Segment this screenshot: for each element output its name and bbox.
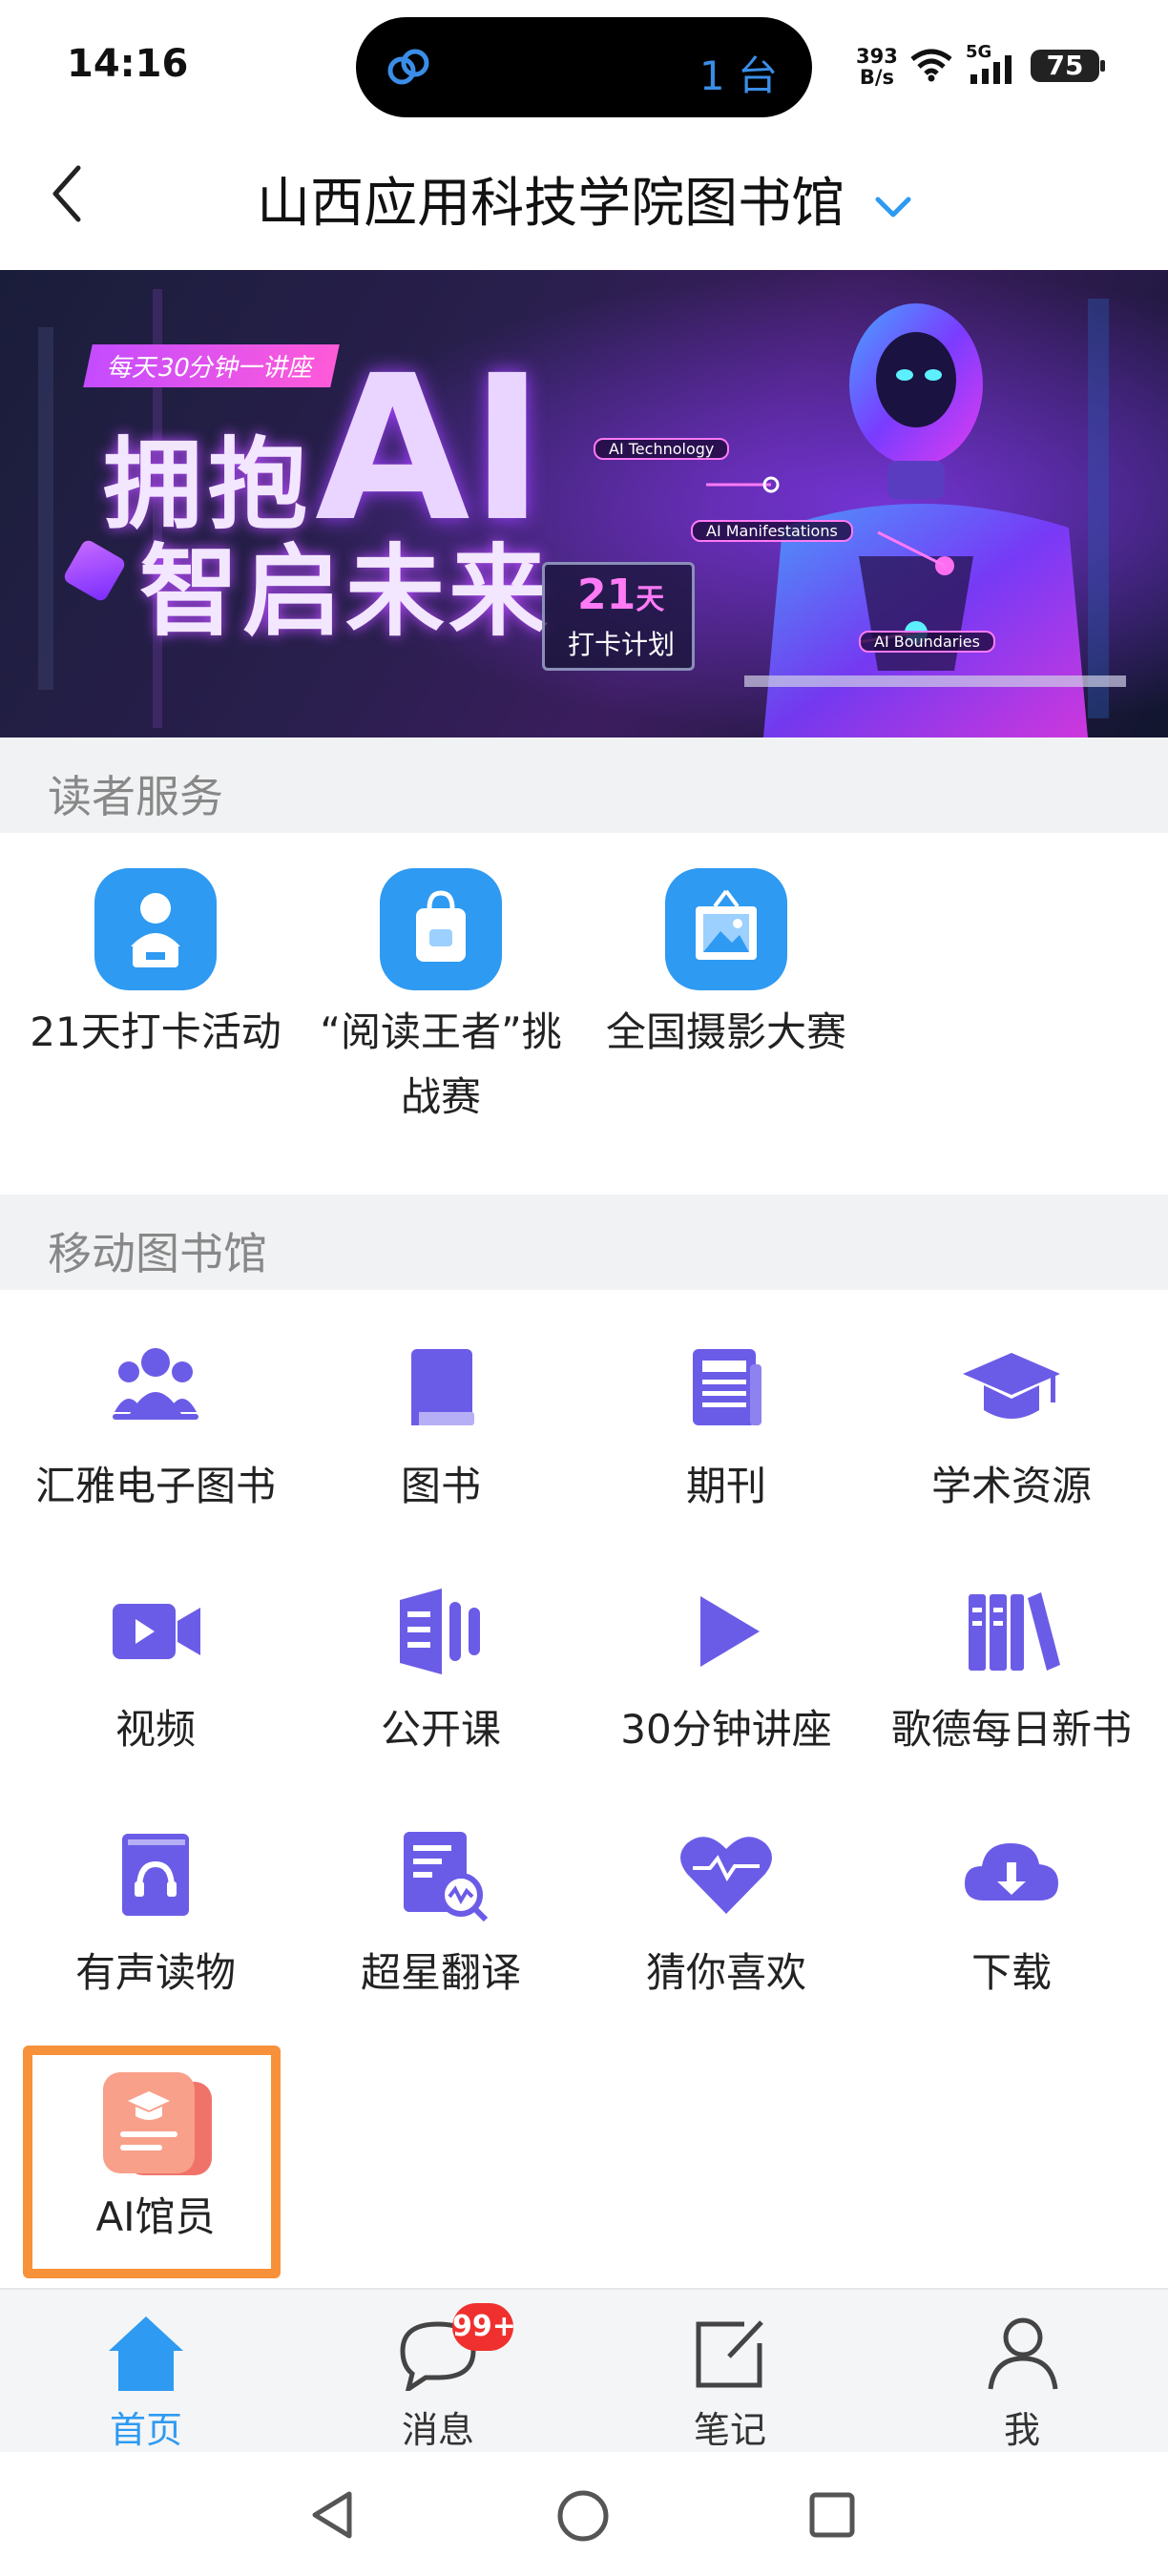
- audiobook-icon: [103, 1822, 208, 1927]
- lib-item-goethe-new-books[interactable]: 歌德每日新书: [868, 1579, 1155, 1762]
- cloud-download-icon: [959, 1822, 1064, 1927]
- presenter-icon: [94, 868, 217, 990]
- lib-label: AI馆员: [95, 2193, 216, 2240]
- checkin-badge: 21天 打卡计划: [542, 562, 695, 671]
- service-label: “阅读王者”挑 战赛: [298, 1000, 584, 1130]
- lib-item-translation[interactable]: 超星翻译: [298, 1822, 584, 2005]
- chevron-down-icon[interactable]: [875, 196, 911, 218]
- device-count: 1 台: [699, 52, 778, 99]
- lib-label: 视频: [115, 1706, 196, 1753]
- lib-label: 超星翻译: [360, 1949, 521, 1996]
- home-icon: [109, 2316, 183, 2391]
- lib-label: 学术资源: [930, 1463, 1092, 1509]
- lib-item-lectures[interactable]: 30分钟讲座: [583, 1579, 869, 1762]
- people-group-icon: [103, 1336, 208, 1441]
- lib-label: 歌德每日新书: [890, 1706, 1132, 1753]
- status-time: 14:16: [67, 42, 189, 86]
- banner-label-technology: AI Technology: [594, 438, 730, 460]
- lib-item-video[interactable]: 视频: [12, 1579, 299, 1762]
- tab-label: 我: [1003, 2409, 1040, 2451]
- lib-label: 30分钟讲座: [620, 1706, 832, 1753]
- ai-librarian-icon: [94, 2067, 218, 2181]
- picture-frame-icon: [665, 868, 787, 990]
- translate-doc-icon: [388, 1822, 493, 1927]
- tab-label: 首页: [109, 2409, 182, 2451]
- dynamic-island[interactable]: 1 台: [356, 17, 812, 117]
- lib-label: 有声读物: [74, 1949, 236, 1996]
- shopping-bag-icon: [380, 868, 502, 990]
- play-icon: [674, 1579, 779, 1684]
- service-photo-contest[interactable]: 全国摄影大赛: [583, 868, 869, 1065]
- book-icon: [388, 1336, 493, 1441]
- battery-tip: [1100, 60, 1105, 72]
- badge-text: 打卡计划: [568, 629, 676, 660]
- system-navigation-bar: [0, 2452, 1168, 2576]
- lib-label: 下载: [970, 1949, 1052, 1996]
- lib-item-academic[interactable]: 学术资源: [868, 1336, 1155, 1519]
- lib-label: 期刊: [685, 1463, 766, 1509]
- graduation-cap-icon: [959, 1336, 1064, 1441]
- wifi-icon: [910, 49, 952, 82]
- badge-number: 21天: [577, 571, 665, 619]
- tab-label: 笔记: [693, 2409, 766, 2451]
- lib-label: 汇雅电子图书: [34, 1463, 276, 1509]
- lib-label: 图书: [400, 1463, 481, 1509]
- service-checkin-activity[interactable]: 21天打卡活动: [12, 868, 299, 1065]
- battery-indicator: 75: [1031, 50, 1099, 82]
- nav-recents-icon[interactable]: [807, 2490, 857, 2540]
- banner-label-manifestations: AI Manifestations: [691, 520, 853, 542]
- nav-back-icon[interactable]: [307, 2488, 361, 2542]
- library-name: 山西应用科技学院图书馆: [257, 173, 845, 235]
- reader-services-header: 读者服务: [0, 737, 1168, 833]
- banner-label-boundaries: AI Boundaries: [859, 631, 995, 653]
- lib-item-open-course[interactable]: 公开课: [298, 1579, 584, 1762]
- tab-profile[interactable]: 我: [876, 2290, 1168, 2454]
- speed-unit: B/s: [859, 66, 895, 89]
- service-label-line1: “阅读王者”挑: [320, 1008, 562, 1055]
- unread-badge: 99+: [452, 2303, 516, 2351]
- banner-tag: 每天30分钟一讲座: [83, 344, 340, 387]
- lib-label: 猜你喜欢: [645, 1949, 806, 1996]
- service-label-line2: 战赛: [400, 1073, 481, 1120]
- lib-item-journals[interactable]: 期刊: [583, 1336, 869, 1519]
- lib-label: 公开课: [380, 1706, 501, 1753]
- open-course-icon: [388, 1579, 493, 1684]
- service-label: 全国摄影大赛: [605, 1008, 846, 1055]
- bottom-tab-bar: 首页 99+ 消息 笔记 我: [0, 2288, 1168, 2454]
- lib-item-download[interactable]: 下载: [868, 1822, 1155, 2005]
- page-title[interactable]: 山西应用科技学院图书馆: [0, 160, 1168, 238]
- network-speed: 393 B/s: [856, 46, 898, 88]
- lib-item-huiya-ebooks[interactable]: 汇雅电子图书: [12, 1336, 299, 1519]
- tab-home[interactable]: 首页: [0, 2290, 292, 2454]
- banner-headline-2: 智启未来: [139, 533, 553, 650]
- tab-messages[interactable]: 99+ 消息: [292, 2290, 584, 2454]
- mobile-library-header: 移动图书馆: [0, 1195, 1168, 1290]
- signal-icon: [970, 55, 1012, 84]
- link-icon: [387, 49, 429, 85]
- tab-notes[interactable]: 笔记: [584, 2290, 876, 2454]
- promo-banner[interactable]: 每天30分钟一讲座 拥抱 AI 智启未来 21天 打卡计划 AI Technol…: [0, 270, 1168, 737]
- lib-item-ai-librarian[interactable]: AI馆员: [12, 2067, 299, 2250]
- section-title: 读者服务: [48, 771, 223, 822]
- newspaper-icon: [674, 1336, 779, 1441]
- section-title: 移动图书馆: [48, 1228, 267, 1279]
- video-camera-icon: [103, 1579, 208, 1684]
- heart-pulse-icon: [674, 1822, 779, 1927]
- nav-home-icon[interactable]: [555, 2488, 611, 2544]
- service-label: 21天打卡活动: [30, 1008, 282, 1055]
- note-edit-icon: [696, 2320, 763, 2388]
- tab-label: 消息: [401, 2409, 474, 2451]
- lib-item-audiobooks[interactable]: 有声读物: [12, 1822, 299, 2005]
- lib-item-books[interactable]: 图书: [298, 1336, 584, 1519]
- bookshelf-icon: [959, 1579, 1064, 1684]
- lib-item-recommendations[interactable]: 猜你喜欢: [583, 1822, 869, 2005]
- user-icon: [988, 2317, 1058, 2390]
- speed-value: 393: [856, 45, 898, 68]
- service-reading-king[interactable]: “阅读王者”挑 战赛: [298, 868, 584, 1130]
